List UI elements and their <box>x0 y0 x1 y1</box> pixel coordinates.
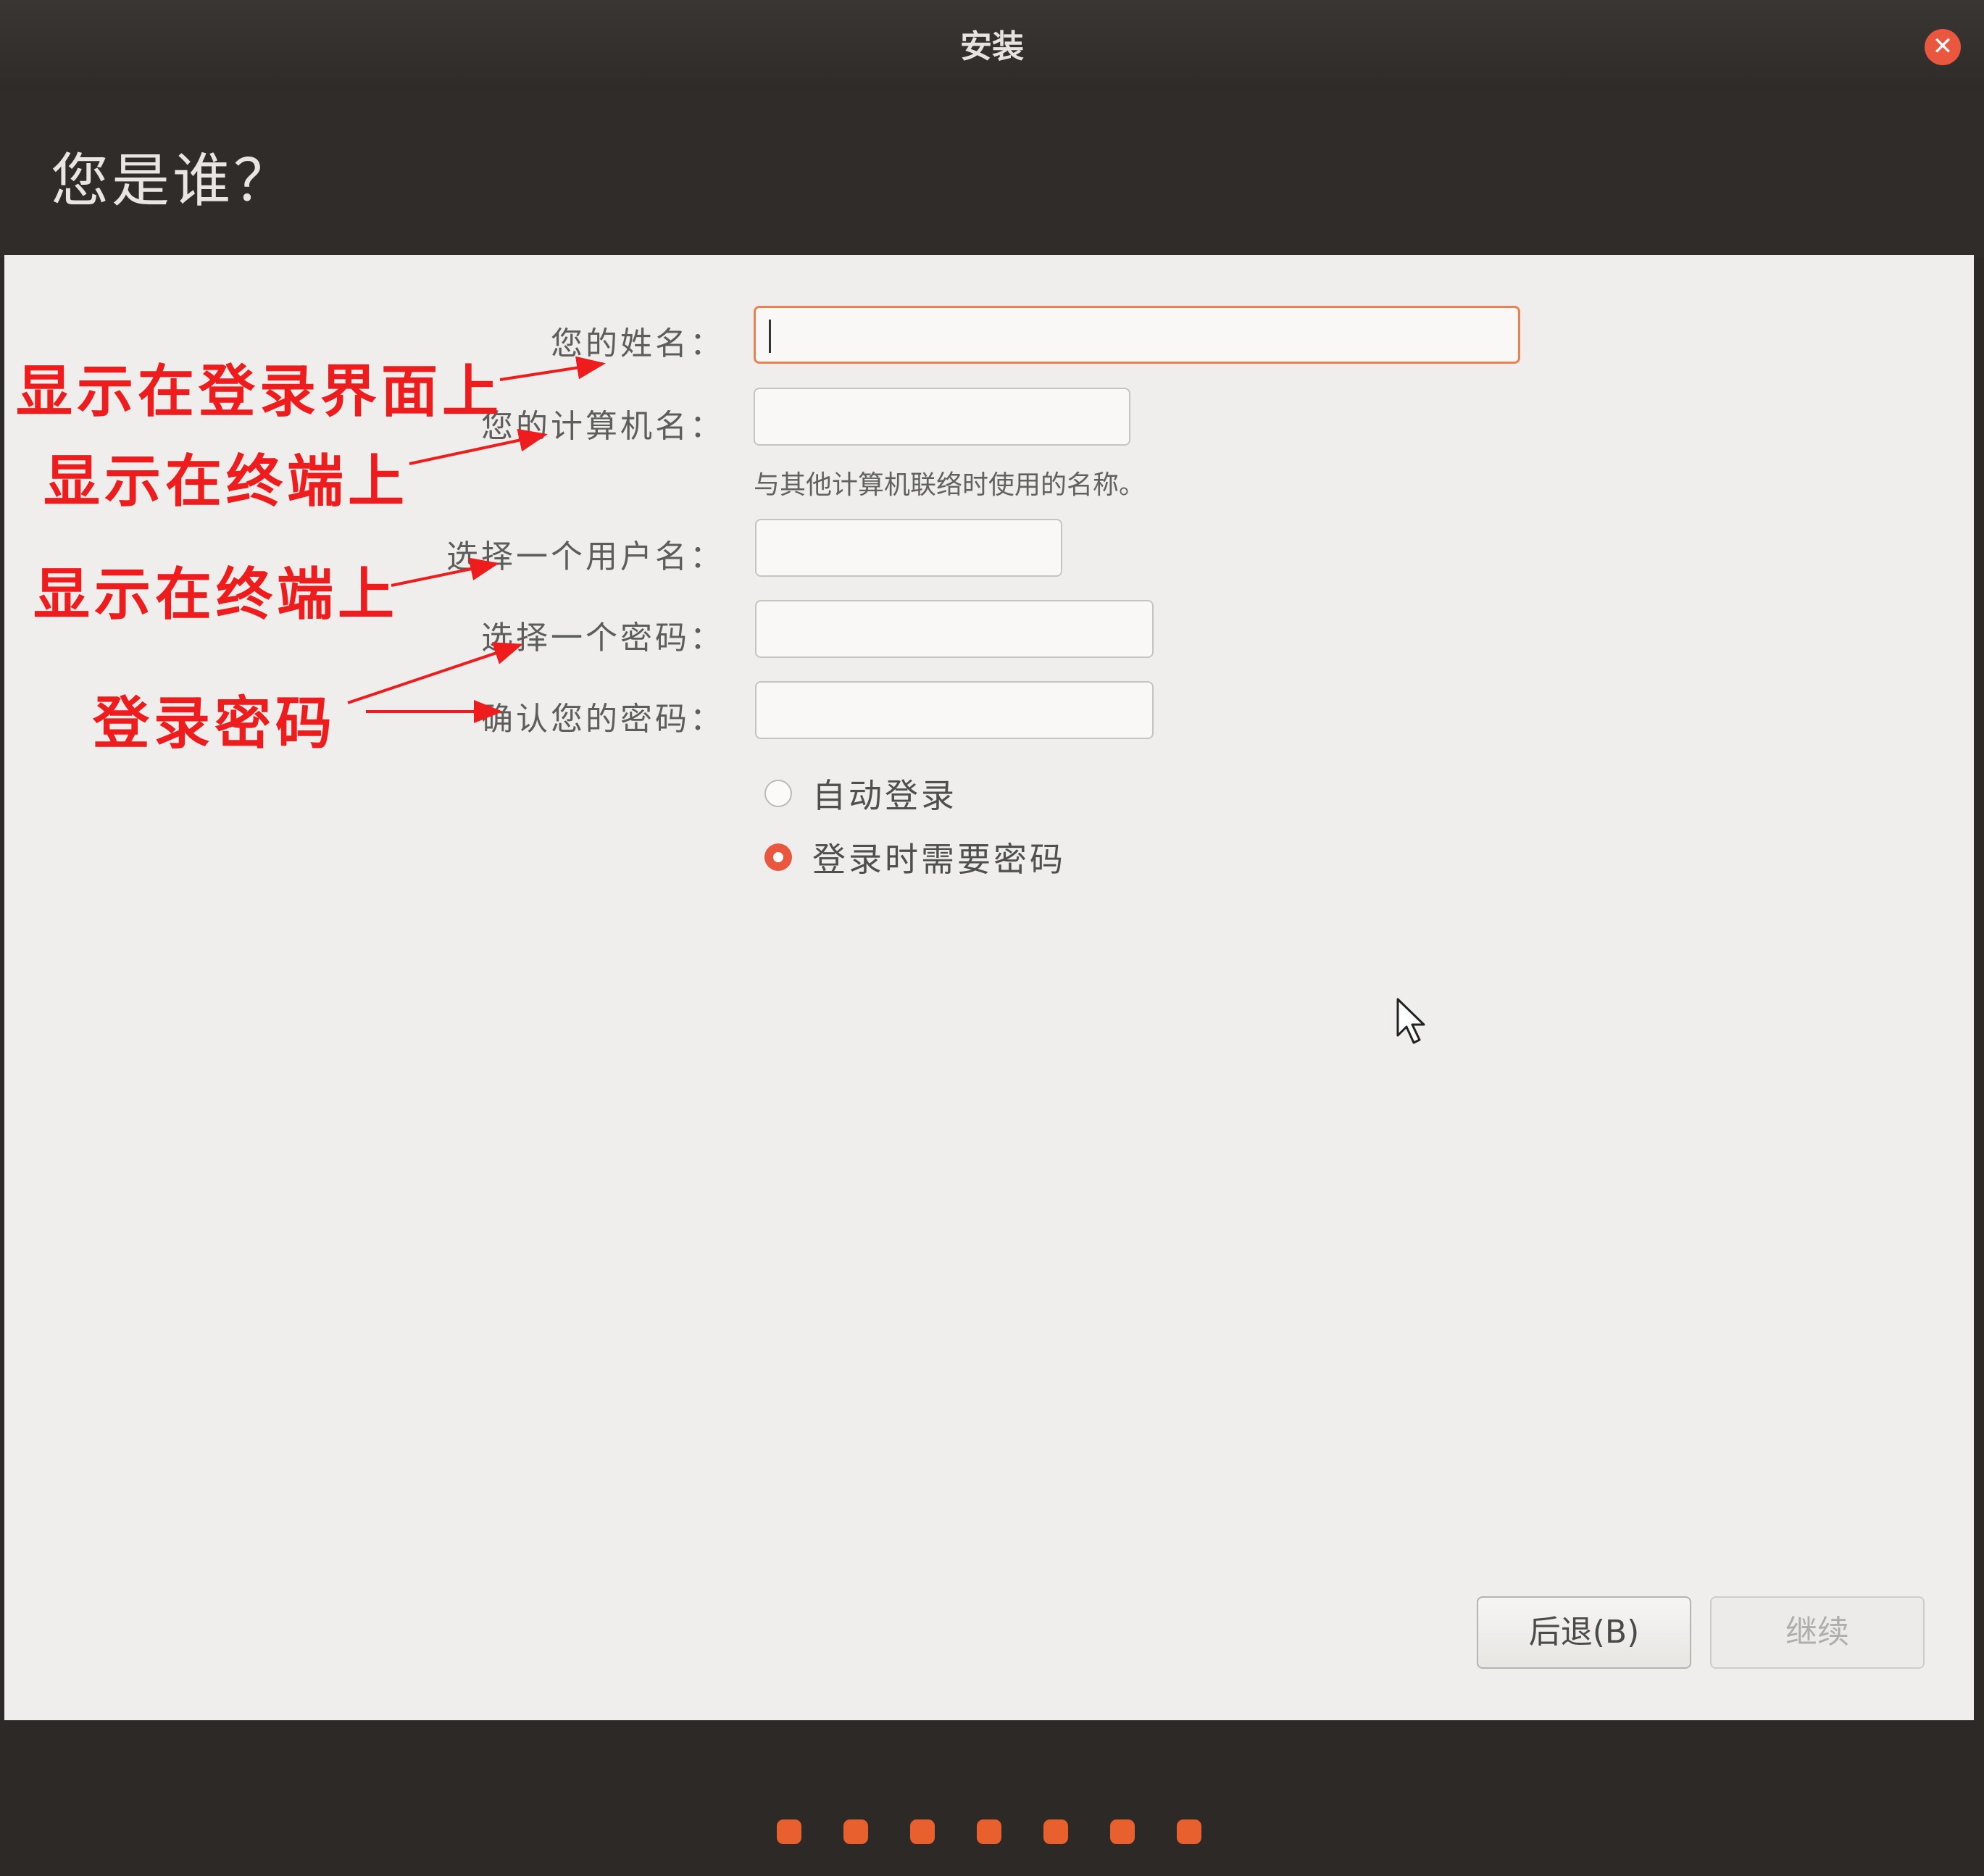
mouse-pointer-icon <box>1396 998 1425 1044</box>
arrow-to-computer-name <box>409 428 548 465</box>
arrow-to-password <box>347 642 523 704</box>
arrow-to-username <box>391 557 499 587</box>
annotation-arrows <box>347 356 606 723</box>
arrow-to-name <box>499 356 606 381</box>
